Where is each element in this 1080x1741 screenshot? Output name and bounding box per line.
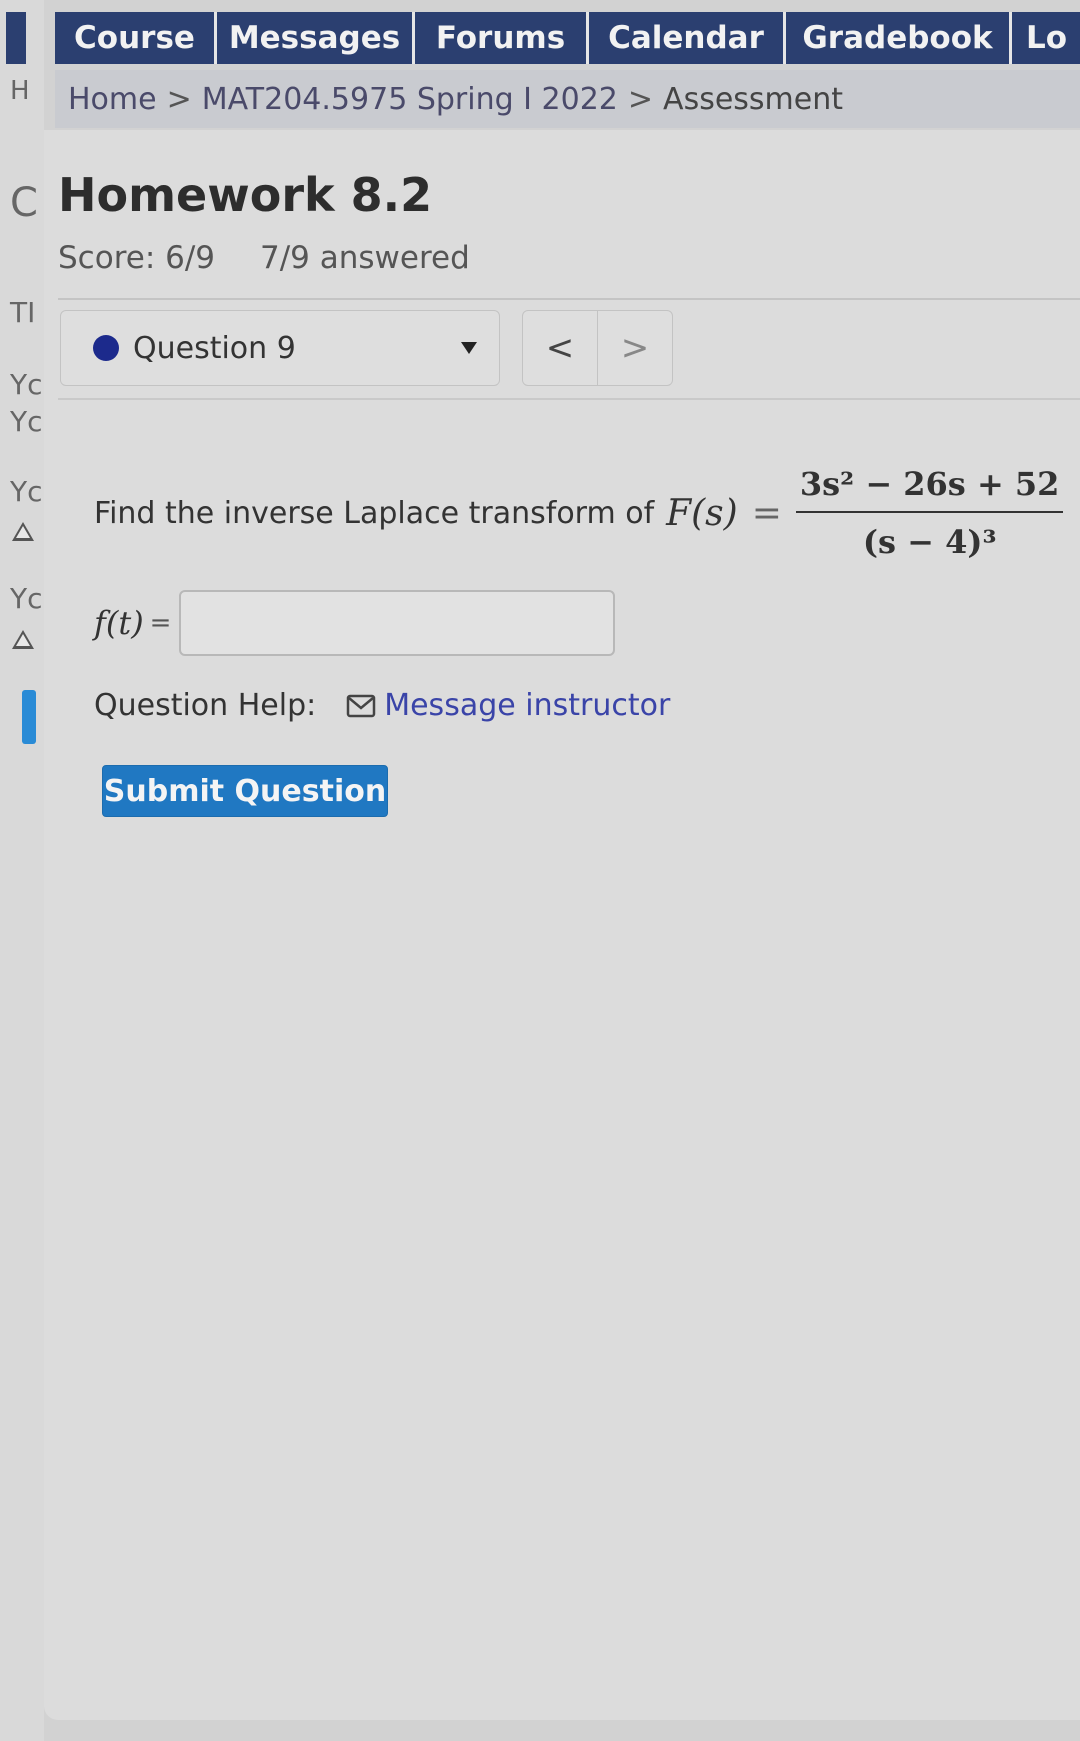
tab-forums[interactable]: Forums [415, 12, 589, 64]
score-summary: Score: 6/9 7/9 answered [58, 240, 470, 276]
tab-messages[interactable]: Messages [217, 12, 415, 64]
fraction-denominator: (s − 4)³ [862, 523, 997, 561]
background-text-fragment: H [10, 76, 30, 106]
question-select[interactable]: Question 9 [60, 310, 500, 386]
page-title: Homework 8.2 [58, 168, 433, 222]
tab-gradebook[interactable]: Gradebook [786, 12, 1012, 64]
tab-log-out[interactable]: Lo [1012, 12, 1080, 64]
score-text: Score: 6/9 [58, 240, 216, 276]
divider [58, 298, 1080, 300]
question-select-label: Question 9 [133, 330, 296, 366]
submit-question-button[interactable]: Submit Question [102, 765, 388, 817]
question-status-dot-icon [93, 335, 119, 361]
warning-icon [12, 630, 34, 649]
breadcrumb-assessment: Assessment [663, 81, 844, 117]
mail-icon [346, 694, 376, 717]
answer-equals: = [149, 608, 172, 638]
breadcrumb-home[interactable]: Home [68, 82, 157, 117]
warning-icon [12, 522, 34, 541]
background-page-strip: H C TI Yc Yc Yc Yc [0, 0, 44, 1741]
question-help: Question Help: Message instructor [94, 688, 670, 723]
chevron-left-icon: < [545, 328, 575, 368]
fraction-numerator: 3s² − 26s + 52 [799, 465, 1060, 503]
tab-calendar[interactable]: Calendar [589, 12, 786, 64]
previous-question-button[interactable]: < [522, 310, 598, 386]
breadcrumb: Home > MAT204.5975 Spring I 2022 > Asses… [55, 70, 1080, 128]
tab-course[interactable]: Course [55, 12, 217, 64]
question-help-label: Question Help: [94, 688, 317, 723]
background-text-fragment: Yc [10, 582, 43, 615]
assessment-panel: Homework 8.2 Score: 6/9 7/9 answered Que… [44, 130, 1080, 1720]
breadcrumb-separator: > [627, 81, 654, 117]
breadcrumb-separator: > [166, 81, 192, 117]
background-text-fragment: Yc [10, 405, 43, 438]
background-blue-marker [22, 690, 36, 744]
answer-label: f(t) [94, 604, 144, 642]
message-instructor-link[interactable]: Message instructor [384, 688, 670, 723]
equals-sign: = [751, 492, 782, 534]
caret-down-icon [461, 342, 477, 354]
background-text-fragment: Yc [10, 368, 43, 401]
background-text-fragment: Yc [10, 475, 43, 508]
answered-count: 7/9 answered [260, 240, 470, 276]
breadcrumb-course[interactable]: MAT204.5975 Spring I 2022 [202, 82, 618, 117]
top-navigation: Course Messages Forums Calendar Gradeboo… [55, 12, 1080, 64]
question-prompt: Find the inverse Laplace transform of F(… [94, 465, 1064, 561]
background-text-fragment: TI [10, 296, 36, 329]
answer-row: f(t) = [94, 590, 616, 656]
background-nav-fragment [6, 12, 26, 64]
question-text: Find the inverse Laplace transform of [94, 495, 655, 531]
fraction: 3s² − 26s + 52 (s − 4)³ [795, 465, 1064, 561]
divider [58, 398, 1080, 400]
function-lhs: F(s) [666, 492, 738, 534]
background-text-fragment: C [10, 180, 38, 226]
next-question-button[interactable]: > [597, 310, 673, 386]
answer-input[interactable] [179, 590, 616, 656]
chevron-right-icon: > [620, 328, 650, 368]
